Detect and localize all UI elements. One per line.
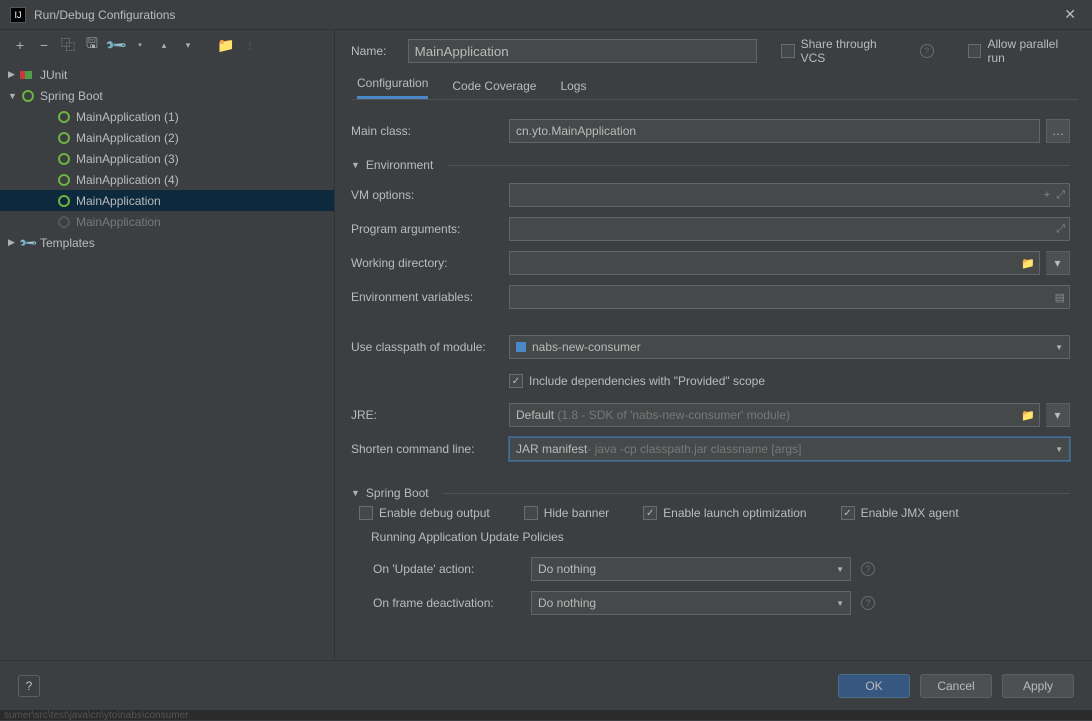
chevron-down-icon: ▼ bbox=[1055, 343, 1063, 352]
help-icon[interactable]: ? bbox=[861, 562, 875, 576]
chevron-down-icon: ▼ bbox=[836, 599, 844, 608]
environment-section[interactable]: ▼ Environment bbox=[351, 158, 1070, 172]
config-tree-panel: + − ⿻ 🖫 🔧 ▾ ▴ ▾ 📁 ↕ ▶ JUnit ▼ Spring Boo… bbox=[0, 30, 335, 660]
working-dir-label: Working directory: bbox=[351, 256, 509, 270]
name-input[interactable] bbox=[408, 39, 757, 63]
tree-item-mainapp-1[interactable]: MainApplication (1) bbox=[0, 106, 334, 127]
tab-logs[interactable]: Logs bbox=[560, 79, 586, 99]
config-tree: ▶ JUnit ▼ Spring Boot MainApplication (1… bbox=[0, 60, 334, 660]
junit-icon bbox=[20, 67, 36, 83]
add-icon[interactable]: + bbox=[12, 37, 28, 53]
vm-options-label: VM options: bbox=[351, 188, 509, 202]
name-label: Name: bbox=[351, 44, 396, 58]
spring-icon bbox=[56, 172, 72, 188]
shorten-dropdown[interactable]: JAR manifest - java -cp classpath.jar cl… bbox=[509, 437, 1070, 461]
on-update-label: On 'Update' action: bbox=[351, 562, 531, 576]
tree-node-junit[interactable]: ▶ JUnit bbox=[0, 64, 334, 85]
dropdown-icon[interactable]: ▾ bbox=[132, 37, 148, 53]
chevron-down-icon: ▼ bbox=[351, 160, 360, 170]
tree-item-mainapp-3[interactable]: MainApplication (3) bbox=[0, 148, 334, 169]
on-update-dropdown[interactable]: Do nothing▼ bbox=[531, 557, 851, 581]
folder-icon[interactable]: 📁 bbox=[1021, 409, 1035, 422]
sort-icon[interactable]: ↕ bbox=[242, 37, 258, 53]
shorten-label: Shorten command line: bbox=[351, 442, 509, 456]
spring-icon bbox=[56, 130, 72, 146]
main-class-input[interactable]: cn.yto.MainApplication bbox=[509, 119, 1040, 143]
folder-icon[interactable]: 📁 bbox=[1021, 257, 1035, 270]
tree-toolbar: + − ⿻ 🖫 🔧 ▾ ▴ ▾ 📁 ↕ bbox=[0, 30, 334, 60]
tree-node-templates[interactable]: ▶ 🔧 Templates bbox=[0, 232, 334, 253]
up-icon[interactable]: ▴ bbox=[156, 37, 172, 53]
cancel-button[interactable]: Cancel bbox=[920, 674, 992, 698]
allow-parallel-checkbox[interactable]: Allow parallel run bbox=[968, 37, 1078, 65]
copy-icon[interactable]: ⿻ bbox=[60, 37, 76, 53]
help-button[interactable]: ? bbox=[18, 675, 40, 697]
apply-button[interactable]: Apply bbox=[1002, 674, 1074, 698]
classpath-dropdown[interactable]: nabs-new-consumer▼ bbox=[509, 335, 1070, 359]
save-icon[interactable]: 🖫 bbox=[84, 37, 100, 53]
down-icon[interactable]: ▾ bbox=[180, 37, 196, 53]
on-frame-label: On frame deactivation: bbox=[351, 596, 531, 610]
tree-node-spring-boot[interactable]: ▼ Spring Boot bbox=[0, 85, 334, 106]
list-icon[interactable]: ▤ bbox=[1055, 291, 1065, 304]
working-dir-input[interactable]: 📁 bbox=[509, 251, 1040, 275]
jre-dropdown-arrow[interactable]: ▾ bbox=[1046, 403, 1070, 427]
window-title: Run/Debug Configurations bbox=[34, 8, 1058, 22]
help-icon[interactable]: ? bbox=[861, 596, 875, 610]
main-class-label: Main class: bbox=[351, 124, 509, 138]
jre-label: JRE: bbox=[351, 408, 509, 422]
vm-options-input[interactable]: +⤢ bbox=[509, 183, 1070, 207]
hide-banner-checkbox[interactable]: Hide banner bbox=[524, 506, 609, 520]
wrench-icon[interactable]: 🔧 bbox=[105, 34, 128, 57]
chevron-down-icon: ▼ bbox=[1055, 445, 1063, 454]
status-bar: sumer\src\test\java\cn\yto\nabs\consumer bbox=[0, 710, 1092, 720]
chevron-down-icon: ▼ bbox=[836, 565, 844, 574]
program-args-label: Program arguments: bbox=[351, 222, 509, 236]
add-icon[interactable]: + bbox=[1044, 189, 1050, 202]
env-vars-input[interactable]: ▤ bbox=[509, 285, 1070, 309]
tree-item-mainapp-2[interactable]: MainApplication (2) bbox=[0, 127, 334, 148]
expand-icon[interactable]: ⤢ bbox=[1056, 223, 1065, 236]
spring-icon bbox=[56, 193, 72, 209]
spring-icon bbox=[20, 88, 36, 104]
expand-icon[interactable]: ⤢ bbox=[1056, 189, 1065, 202]
tree-item-mainapp-dim[interactable]: MainApplication bbox=[0, 211, 334, 232]
classpath-label: Use classpath of module: bbox=[351, 340, 509, 354]
chevron-right-icon: ▶ bbox=[8, 69, 20, 80]
tab-code-coverage[interactable]: Code Coverage bbox=[452, 79, 536, 99]
debug-output-checkbox[interactable]: Enable debug output bbox=[359, 506, 490, 520]
help-icon[interactable]: ? bbox=[920, 44, 934, 58]
env-vars-label: Environment variables: bbox=[351, 290, 509, 304]
spring-icon bbox=[56, 214, 72, 230]
spring-icon bbox=[56, 151, 72, 167]
remove-icon[interactable]: − bbox=[36, 37, 52, 53]
config-tabs: Configuration Code Coverage Logs bbox=[351, 72, 1078, 100]
close-icon[interactable]: ✕ bbox=[1058, 4, 1082, 25]
program-args-input[interactable]: ⤢ bbox=[509, 217, 1070, 241]
tree-item-mainapp-selected[interactable]: MainApplication bbox=[0, 190, 334, 211]
working-dir-dropdown[interactable]: ▾ bbox=[1046, 251, 1070, 275]
app-icon: IJ bbox=[10, 7, 26, 23]
share-vcs-checkbox[interactable]: Share through VCS bbox=[781, 37, 904, 65]
spring-icon bbox=[56, 109, 72, 125]
tab-configuration[interactable]: Configuration bbox=[357, 76, 428, 99]
policies-label: Running Application Update Policies bbox=[351, 530, 1070, 544]
folder-icon[interactable]: 📁 bbox=[218, 37, 234, 53]
browse-main-class-button[interactable]: … bbox=[1046, 119, 1070, 143]
wrench-icon: 🔧 bbox=[17, 231, 40, 254]
ok-button[interactable]: OK bbox=[838, 674, 910, 698]
launch-opt-checkbox[interactable]: Enable launch optimization bbox=[643, 506, 806, 520]
chevron-down-icon: ▼ bbox=[351, 488, 360, 498]
jmx-agent-checkbox[interactable]: Enable JMX agent bbox=[841, 506, 959, 520]
module-icon bbox=[516, 342, 526, 352]
jre-dropdown[interactable]: Default (1.8 - SDK of 'nabs-new-consumer… bbox=[509, 403, 1040, 427]
on-frame-dropdown[interactable]: Do nothing▼ bbox=[531, 591, 851, 615]
config-form-panel: Name: Share through VCS ? Allow parallel… bbox=[335, 30, 1092, 660]
spring-boot-section[interactable]: ▼ Spring Boot bbox=[351, 486, 1070, 500]
tree-item-mainapp-4[interactable]: MainApplication (4) bbox=[0, 169, 334, 190]
include-deps-checkbox[interactable]: Include dependencies with "Provided" sco… bbox=[509, 374, 765, 388]
chevron-down-icon: ▼ bbox=[8, 91, 20, 101]
